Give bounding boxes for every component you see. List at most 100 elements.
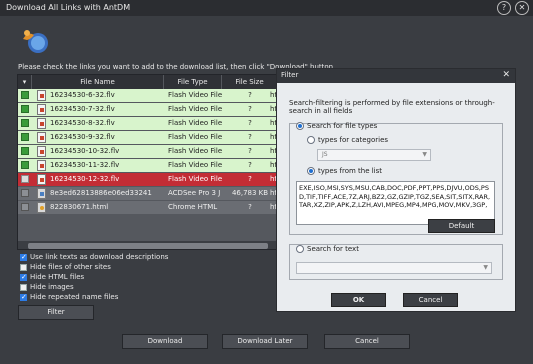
- row-checkbox[interactable]: [21, 91, 29, 99]
- column-file-type[interactable]: File Type: [164, 75, 222, 89]
- search-text-combo[interactable]: ▼: [296, 262, 492, 274]
- file-icon: [37, 118, 46, 129]
- file-type-cell: Flash Video File: [168, 105, 222, 113]
- file-icon: [37, 132, 46, 143]
- file-size-cell: ?: [248, 91, 252, 99]
- file-type-cell: Flash Video File: [168, 175, 222, 183]
- row-checkbox[interactable]: [21, 119, 29, 127]
- title-bar: Download All Links with AntDM ? ✕: [0, 0, 533, 16]
- file-type-cell: Flash Video File: [168, 133, 222, 141]
- search-file-types-radio[interactable]: [296, 122, 304, 130]
- table-row[interactable]: 16234530-7-32.flvFlash Video File?http: [18, 103, 276, 116]
- help-icon[interactable]: ?: [497, 1, 511, 15]
- option-checkbox[interactable]: [20, 284, 27, 291]
- search-text-radio[interactable]: [296, 245, 304, 253]
- chevron-down-icon: ▼: [483, 264, 488, 271]
- close-icon[interactable]: ✕: [515, 1, 529, 15]
- option-checkbox[interactable]: [20, 253, 27, 261]
- ok-button[interactable]: OK: [331, 293, 386, 307]
- table-row[interactable]: 16234530-10-32.flvFlash Video File?http: [18, 145, 276, 158]
- option-checkbox[interactable]: [20, 273, 27, 281]
- file-type-cell: Flash Video File: [168, 91, 222, 99]
- types-categories-label: types for categories: [318, 136, 389, 144]
- download-button[interactable]: Download: [122, 334, 208, 349]
- file-icon: [37, 104, 46, 115]
- scrollbar-thumb[interactable]: [28, 243, 268, 249]
- file-size-cell: ?: [248, 203, 252, 211]
- filter-cancel-button[interactable]: Cancel: [403, 293, 458, 307]
- filter-title: Filter: [281, 71, 299, 79]
- option-label: Hide repeated name files: [30, 293, 119, 301]
- table-row[interactable]: 16234530-9-32.flvFlash Video File?http: [18, 131, 276, 144]
- file-icon: [37, 160, 46, 171]
- row-checkbox[interactable]: [21, 175, 29, 183]
- horizontal-scrollbar[interactable]: [18, 241, 276, 249]
- file-size-cell: ?: [248, 175, 252, 183]
- file-name-cell: 8e3ed62813886e06ed33241: [50, 189, 152, 197]
- column-file-size[interactable]: File Size: [222, 75, 276, 89]
- file-size-cell: ?: [248, 133, 252, 141]
- option-label: Hide HTML files: [30, 273, 85, 281]
- search-file-types-label: Search for file types: [307, 122, 378, 130]
- default-button[interactable]: Default: [428, 219, 495, 233]
- file-size-cell: ?: [248, 161, 252, 169]
- column-file-name[interactable]: File Name: [32, 75, 164, 89]
- links-table: ▾ File Name File Type File Size 16234530…: [17, 74, 277, 250]
- table-row[interactable]: 16234530-12-32.flvFlash Video File?http: [18, 173, 276, 186]
- row-checkbox[interactable]: [21, 147, 29, 155]
- file-type-cell: Flash Video File: [168, 161, 222, 169]
- filter-dialog: Filter ✕ Search-filtering is performed b…: [276, 68, 516, 312]
- antdm-logo-icon: [23, 30, 48, 53]
- option-checkbox[interactable]: [20, 293, 27, 301]
- file-icon: [37, 202, 46, 213]
- option-label: Use link texts as download descriptions: [30, 253, 169, 261]
- file-icon: [37, 146, 46, 157]
- row-checkbox[interactable]: [21, 133, 29, 141]
- types-list-label: types from the list: [318, 167, 383, 175]
- file-name-cell: 16234530-9-32.flv: [50, 133, 115, 141]
- option-checkbox[interactable]: [20, 264, 27, 271]
- table-row[interactable]: 16234530-8-32.flvFlash Video File?http: [18, 117, 276, 130]
- file-name-cell: 822830671.html: [50, 203, 109, 211]
- file-size-cell: ?: [248, 105, 252, 113]
- row-checkbox[interactable]: [21, 105, 29, 113]
- table-row[interactable]: 16234530-11-32.flvFlash Video File?http: [18, 159, 276, 172]
- table-row[interactable]: 8e3ed62813886e06ed33241 ACDSee Pro 3 J 46,…: [18, 187, 276, 200]
- row-checkbox[interactable]: [21, 161, 29, 169]
- types-categories-radio[interactable]: [307, 136, 315, 144]
- file-name-cell: 16234530-10-32.flv: [50, 147, 120, 155]
- table-row[interactable]: 16234530-6-32.flvFlash Video File?http: [18, 89, 276, 102]
- chevron-down-icon: ▼: [422, 151, 427, 158]
- file-type-cell: Flash Video File: [168, 119, 222, 127]
- category-select[interactable]: JS ▼: [317, 149, 431, 161]
- file-icon: [37, 90, 46, 101]
- file-size-cell: ?: [248, 119, 252, 127]
- file-name-cell: 16234530-7-32.flv: [50, 105, 115, 113]
- window-title: Download All Links with AntDM: [6, 3, 131, 12]
- table-header: ▾ File Name File Type File Size: [18, 75, 276, 89]
- row-checkbox[interactable]: [21, 203, 29, 211]
- table-row[interactable]: 822830671.htmlChrome HTML?http: [18, 201, 276, 214]
- filter-info-text: Search-filtering is performed by file ex…: [289, 99, 495, 115]
- file-name-cell: 16234530-12-32.flv: [50, 175, 120, 183]
- file-name-cell: 16234530-6-32.flv: [50, 91, 115, 99]
- file-type-cell: ACDSee Pro 3 J: [168, 189, 221, 197]
- row-checkbox[interactable]: [21, 189, 29, 197]
- filter-close-icon[interactable]: ✕: [502, 70, 510, 80]
- select-all-column[interactable]: ▾: [18, 75, 32, 89]
- file-name-cell: 16234530-11-32.flv: [50, 161, 120, 169]
- file-type-cell: Chrome HTML: [168, 203, 218, 211]
- file-size-cell: ?: [248, 147, 252, 155]
- cancel-button[interactable]: Cancel: [324, 334, 410, 349]
- category-value: JS: [322, 151, 328, 158]
- filter-button[interactable]: Filter: [18, 305, 94, 320]
- file-size-cell: 46,783 KB: [231, 189, 269, 197]
- file-icon: [37, 188, 46, 199]
- file-name-cell: 16234530-8-32.flv: [50, 119, 115, 127]
- option-label: Hide images: [30, 283, 74, 291]
- search-text-label: Search for text: [307, 245, 359, 253]
- option-label: Hide files of other sites: [30, 263, 111, 271]
- types-list-radio[interactable]: [307, 167, 315, 175]
- file-type-cell: Flash Video File: [168, 147, 222, 155]
- download-later-button[interactable]: Download Later: [222, 334, 308, 349]
